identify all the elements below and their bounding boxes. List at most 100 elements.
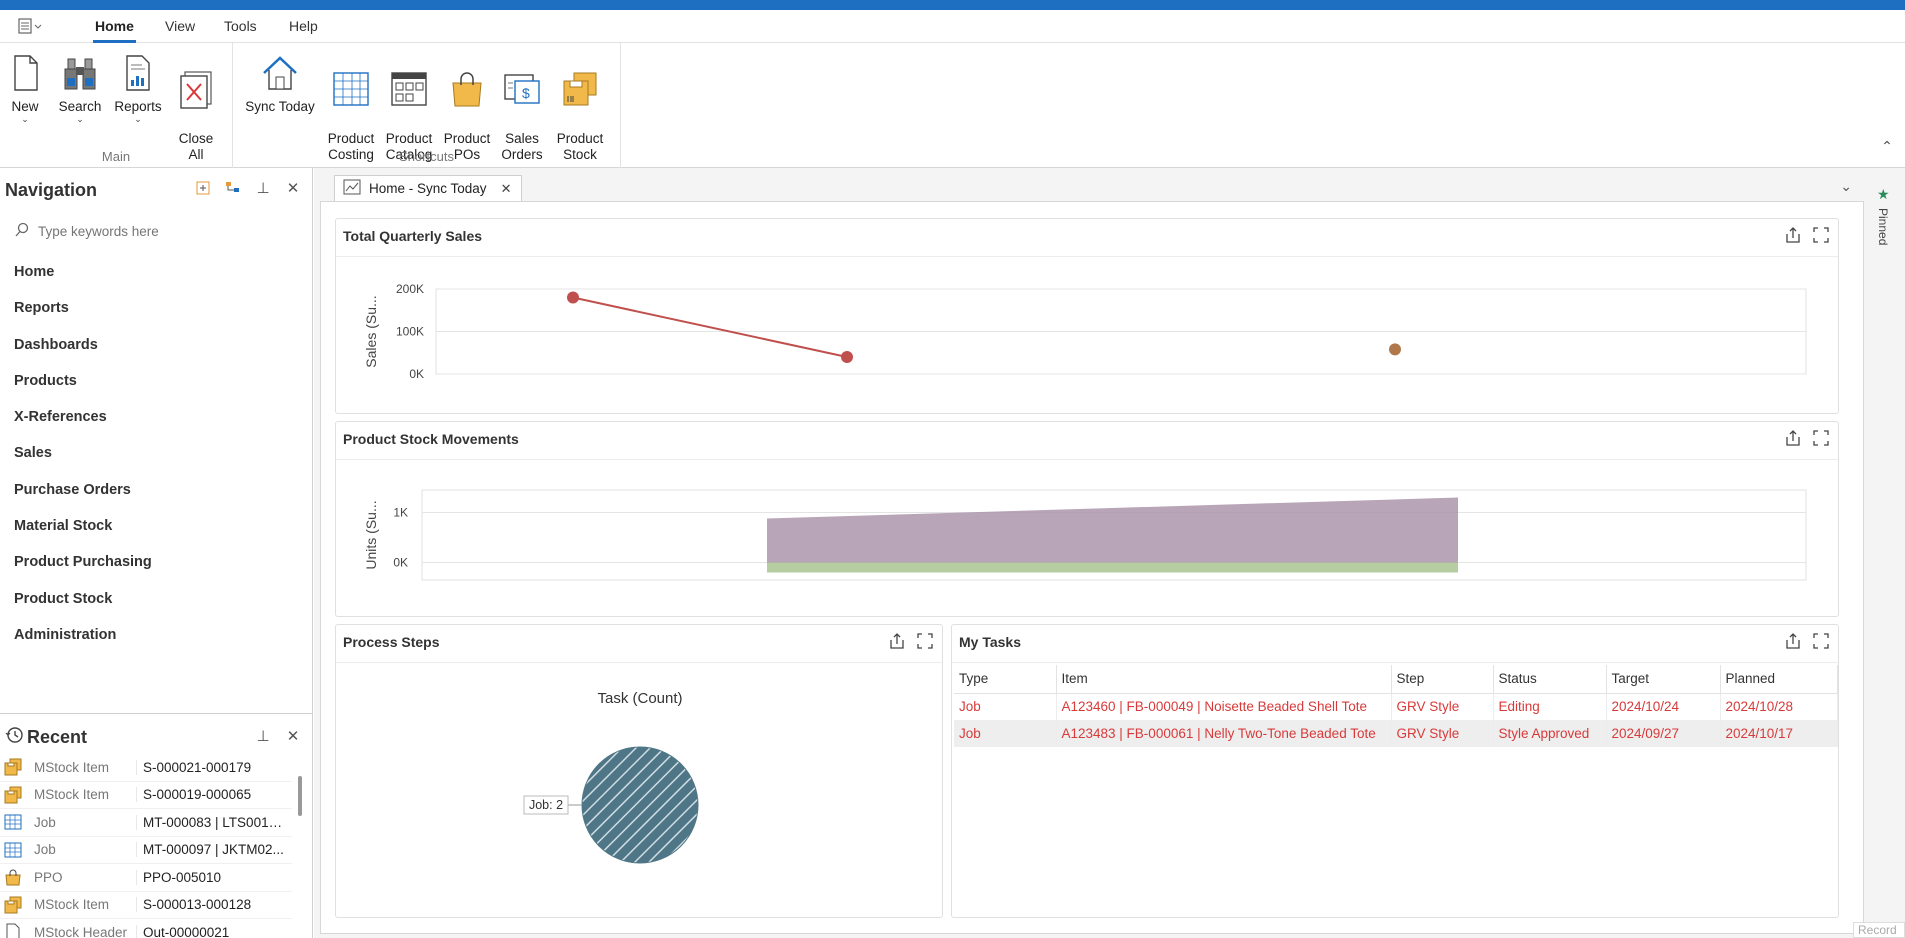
y-axis-label: Units (Su... xyxy=(363,500,379,569)
pin-icon[interactable]: ★ xyxy=(1877,186,1890,203)
cell-planned: 2024/10/17 xyxy=(1720,720,1838,747)
recent-type: Job xyxy=(34,842,56,858)
sync-today-button[interactable]: Sync Today xyxy=(243,53,317,115)
reports-button[interactable]: Reports ⌄ xyxy=(110,53,166,124)
cell-type: Job xyxy=(954,720,1057,747)
nav-item-dashboards[interactable]: Dashboards xyxy=(14,337,152,373)
navigation-search[interactable] xyxy=(14,220,294,242)
recent-row[interactable]: Job MT-000097 | JKTM02... xyxy=(0,837,292,864)
close-icon[interactable]: ✕ xyxy=(284,180,302,198)
area-series[interactable] xyxy=(767,497,1458,563)
close-icon[interactable]: ✕ xyxy=(284,728,302,746)
new-document-icon xyxy=(14,55,38,91)
chart-title: Task (Count) xyxy=(597,690,682,707)
recent-type: Job xyxy=(34,814,56,830)
export-icon[interactable] xyxy=(888,632,906,650)
pie-chart: Task (Count) Job: 2 xyxy=(523,690,699,864)
pinned-label[interactable]: Pinned xyxy=(1876,208,1890,245)
column-header-step[interactable]: Step xyxy=(1391,665,1494,694)
dashboard-icon xyxy=(343,179,361,198)
cell-type: Job xyxy=(954,693,1057,720)
new-button[interactable]: New ⌄ xyxy=(4,53,46,124)
column-header-planned[interactable]: Planned xyxy=(1720,665,1838,694)
recent-row[interactable]: MStock Item S-000019-000065 xyxy=(0,782,292,809)
data-point[interactable] xyxy=(1389,343,1401,356)
home-icon xyxy=(263,56,297,90)
pie-slice[interactable] xyxy=(581,746,699,864)
table-row[interactable]: Job A123460 | FB-000049 | Noisette Beade… xyxy=(954,693,1838,720)
export-icon[interactable] xyxy=(1784,429,1802,447)
collapse-ribbon-icon[interactable]: ⌃ xyxy=(1877,138,1897,158)
tab-home[interactable]: Home xyxy=(93,18,136,43)
data-point[interactable] xyxy=(567,291,579,304)
nav-item-x-references[interactable]: X-References xyxy=(14,409,152,445)
ribbon: New ⌄ Search ⌄ Reports ⌄ Close All Main … xyxy=(0,43,1905,168)
record-label: Record xyxy=(1853,922,1905,938)
maximize-icon[interactable] xyxy=(1812,226,1830,244)
nav-item-home[interactable]: Home xyxy=(14,264,152,300)
maximize-icon[interactable] xyxy=(916,632,934,650)
tab-tools[interactable]: Tools xyxy=(224,18,257,34)
column-header-item[interactable]: Item xyxy=(1056,665,1392,694)
recent-row[interactable]: Job MT-000083 | LTS0010... xyxy=(0,809,292,837)
tasks-table: Type Item Step Status Target Planned Job… xyxy=(954,665,1838,747)
shopping-bag-icon xyxy=(4,868,24,886)
close-all-icon xyxy=(180,71,212,109)
dashboard-area: Total Quarterly Sales 0K 100K 200K Sales (S… xyxy=(320,201,1864,934)
nav-item-product-purchasing[interactable]: Product Purchasing xyxy=(14,554,152,590)
nav-item-administration[interactable]: Administration xyxy=(14,627,152,663)
recent-row[interactable]: MStock Header Out-00000021 xyxy=(0,919,292,938)
card-process-steps: Process Steps Task (Count) Job: 2 xyxy=(335,624,943,918)
pin-icon[interactable]: ⊥ xyxy=(254,728,272,746)
stock-box-icon xyxy=(4,786,24,804)
tab-view[interactable]: View xyxy=(165,18,195,34)
recent-row[interactable]: PPO PPO-005010 xyxy=(0,864,292,892)
maximize-icon[interactable] xyxy=(1812,632,1830,650)
search-input[interactable] xyxy=(38,223,278,239)
app-menu-icon[interactable] xyxy=(18,18,46,36)
sales-order-icon: $ xyxy=(504,74,540,104)
data-point[interactable] xyxy=(841,351,853,363)
export-icon[interactable] xyxy=(1784,226,1802,244)
cell-status: Style Approved xyxy=(1493,720,1607,747)
recent-title: Recent xyxy=(27,727,88,747)
recent-type: MStock Item xyxy=(34,759,110,775)
expand-all-icon[interactable] xyxy=(194,180,212,198)
area-series[interactable] xyxy=(767,562,1458,573)
nav-item-product-stock[interactable]: Product Stock xyxy=(14,591,152,627)
recent-row[interactable]: MStock Item S-000013-000128 xyxy=(0,892,292,919)
nav-item-reports[interactable]: Reports xyxy=(14,300,152,336)
column-header-status[interactable]: Status xyxy=(1493,665,1607,694)
maximize-icon[interactable] xyxy=(1812,429,1830,447)
stock-box-icon xyxy=(563,72,597,106)
recent-type: PPO xyxy=(34,869,63,885)
search-button[interactable]: Search ⌄ xyxy=(55,53,105,124)
recent-row[interactable]: MStock Item S-000021-000179 xyxy=(0,754,292,782)
navigation-list: Home Reports Dashboards Products X-Refer… xyxy=(14,264,152,663)
shopping-bag-icon xyxy=(452,72,482,107)
nav-item-material-stock[interactable]: Material Stock xyxy=(14,518,152,554)
recent-value: MT-000083 | LTS0010... xyxy=(136,814,286,830)
nav-item-sales[interactable]: Sales xyxy=(14,445,152,481)
cell-target: 2024/09/27 xyxy=(1606,720,1721,747)
nav-item-products[interactable]: Products xyxy=(14,373,152,409)
tab-help[interactable]: Help xyxy=(289,18,318,34)
grid-icon xyxy=(4,841,24,859)
chevron-down-icon[interactable]: ⌄ xyxy=(1840,178,1852,195)
y-tick-label: 0K xyxy=(409,367,424,381)
tree-icon[interactable] xyxy=(224,180,242,198)
document-icon xyxy=(4,923,24,938)
pin-icon[interactable]: ⊥ xyxy=(254,180,272,198)
close-icon[interactable]: ✕ xyxy=(501,181,512,197)
column-header-target[interactable]: Target xyxy=(1606,665,1721,694)
nav-item-purchase-orders[interactable]: Purchase Orders xyxy=(14,482,152,518)
cell-item: A123460 | FB-000049 | Noisette Beaded Sh… xyxy=(1056,693,1392,720)
export-icon[interactable] xyxy=(1784,632,1802,650)
column-header-type[interactable]: Type xyxy=(954,665,1057,694)
doc-tab-home-sync-today[interactable]: Home - Sync Today ✕ xyxy=(334,175,523,201)
recent-scrollbar[interactable] xyxy=(298,776,302,816)
doc-tab-label: Home - Sync Today xyxy=(369,181,487,196)
catalog-icon xyxy=(391,72,427,106)
table-row[interactable]: Job A123483 | FB-000061 | Nelly Two-Tone… xyxy=(954,720,1838,747)
card-title: Total Quarterly Sales xyxy=(343,228,483,244)
